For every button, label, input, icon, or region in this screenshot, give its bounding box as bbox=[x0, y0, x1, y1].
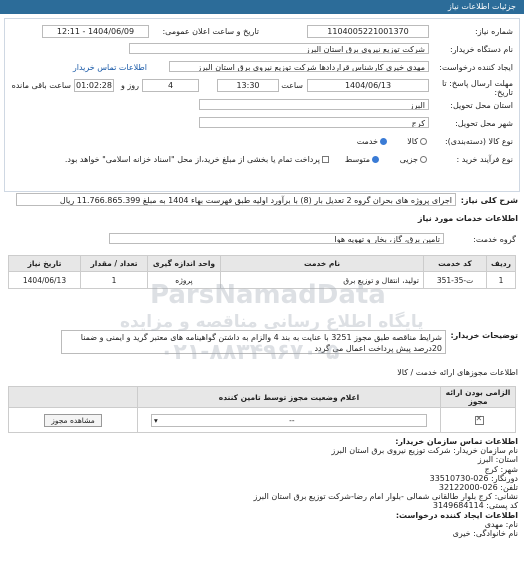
chevron-down-icon: ▾ bbox=[154, 415, 158, 425]
days-field[interactable]: 4 bbox=[142, 79, 199, 92]
cell-row: 1 bbox=[486, 271, 516, 289]
buyer-contact-title: اطلاعات تماس سازمان خریدار: bbox=[395, 437, 518, 446]
cell-qty: 1 bbox=[80, 271, 148, 289]
contact-line: تلفن: 026-32122000 bbox=[438, 483, 518, 493]
col-code: کد خدمت bbox=[423, 255, 487, 272]
cell-unit: پروژه bbox=[147, 271, 221, 289]
need-info-panel: شماره نیاز: 1104005221001370 تاریخ و ساع… bbox=[4, 18, 520, 192]
checkbox-icon bbox=[322, 156, 329, 163]
permits-table: الزامی بودن ارائه مجوز اعلام وضعیت مجوز … bbox=[8, 386, 516, 433]
col-required: الزامی بودن ارائه مجوز bbox=[440, 386, 516, 408]
contact-link[interactable]: اطلاعات تماس خریدار bbox=[73, 63, 147, 72]
announce-label: تاریخ و ساعت اعلان عمومی: bbox=[162, 27, 259, 36]
announce-field[interactable]: 1404/06/09 - 12:11 bbox=[42, 25, 149, 38]
notes-field[interactable]: شرایط مناقصه طبق مجوز 3251 با عنایت به ب… bbox=[61, 330, 446, 354]
contact-line: نام: مهدی bbox=[484, 519, 518, 529]
cell-required: ✕ bbox=[440, 407, 516, 433]
page-header: جزئیات اطلاعات نیاز bbox=[0, 0, 524, 14]
deadline-label: مهلت ارسال پاسخ: تا تاریخ: bbox=[441, 79, 513, 97]
buyer-label: نام دستگاه خریدار: bbox=[450, 45, 513, 54]
table-row[interactable]: 1 ت-35-351 تولید، انتقال و توزیع برق پرو… bbox=[8, 271, 516, 289]
service-group-field[interactable]: تامین برق، گاز، بخار و تهویه هوا bbox=[109, 233, 444, 244]
time-label: ساعت bbox=[281, 81, 303, 90]
contact-line: نام خانوادگی: خیری bbox=[452, 529, 518, 539]
cell-name: تولید، انتقال و توزیع برق bbox=[220, 271, 424, 289]
need-number-field[interactable]: 1104005221001370 bbox=[307, 25, 429, 38]
contact-line: نام سازمان خریدار: شرکت توزیع نیروی برق … bbox=[331, 446, 518, 456]
watermark-tagline: پایگاه اطلاع رسانی مناقصه و مزایده bbox=[120, 312, 424, 332]
col-row: ردیف bbox=[486, 255, 516, 272]
summary-field[interactable]: اجرای پروژه های بحران گروه 2 تعدیل بار (… bbox=[16, 193, 456, 206]
table-row[interactable]: ✕ -- ▾ مشاهده مجوز bbox=[8, 407, 516, 433]
cell-status: -- ▾ bbox=[137, 407, 441, 433]
checkbox-icon[interactable]: ✕ bbox=[474, 414, 484, 425]
col-name: نام خدمت bbox=[220, 255, 424, 272]
class-goods-option[interactable]: کالا bbox=[407, 137, 427, 146]
cell-date: 1404/06/13 bbox=[8, 271, 81, 289]
services-title: اطلاعات خدمات مورد نیاز bbox=[417, 214, 518, 223]
service-group-label: گروه خدمت: bbox=[473, 235, 516, 244]
col-date: تاریخ نیاز bbox=[8, 255, 81, 272]
summary-label: شرح کلی نیاز: bbox=[460, 196, 518, 205]
buyer-contact-section: اطلاعات تماس سازمان خریدار: نام سازمان خ… bbox=[10, 437, 518, 538]
buyer-field[interactable]: شرکت توزیع نیروی برق استان البرز bbox=[129, 43, 429, 54]
cell-code: ت-35-351 bbox=[423, 271, 487, 289]
radio-icon bbox=[420, 138, 427, 145]
contact-line: اطلاعات ایجاد کننده درخواست: bbox=[395, 510, 518, 520]
class-service-option[interactable]: خدمت bbox=[357, 137, 387, 146]
payment-checkbox[interactable]: پرداخت تمام یا بخشی از مبلغ خرید،از محل … bbox=[65, 155, 329, 164]
creator-label: ایجاد کننده درخواست: bbox=[439, 63, 513, 72]
province-label: استان محل تحویل: bbox=[450, 101, 513, 110]
services-table: ردیف کد خدمت نام خدمت واحد اندازه گیری ت… bbox=[8, 255, 516, 289]
deadline-date-field[interactable]: 1404/06/13 bbox=[307, 79, 429, 92]
contact-line: کد پستی: 3149684114 bbox=[432, 501, 518, 511]
view-permit-button[interactable]: مشاهده مجوز bbox=[44, 413, 102, 427]
remaining-label: ساعت باقی مانده bbox=[11, 81, 71, 90]
contact-line: نشانی: کرج بلوار طالقانی شمالی -بلوار ام… bbox=[253, 492, 518, 502]
radio-selected-icon bbox=[372, 156, 379, 163]
col-unit: واحد اندازه گیری bbox=[147, 255, 221, 272]
days-label: روز و bbox=[121, 81, 139, 90]
city-label: شهر محل تحویل: bbox=[455, 119, 513, 128]
col-action bbox=[8, 386, 138, 408]
radio-icon bbox=[420, 156, 427, 163]
contact-line: دورنگار: 026-33510730 bbox=[429, 473, 518, 483]
city-field[interactable]: کرج bbox=[199, 117, 429, 128]
notes-label: توضیحات خریدار: bbox=[450, 331, 518, 340]
cell-action: مشاهده مجوز bbox=[8, 407, 138, 433]
col-status: اعلام وضعیت مجوز توسط تامین کننده bbox=[137, 386, 441, 408]
permits-title: اطلاعات مجوزهای ارائه خدمت / کالا bbox=[397, 368, 518, 377]
province-field[interactable]: البرز bbox=[199, 99, 429, 110]
process-minor-option[interactable]: جزیی bbox=[400, 155, 427, 164]
col-qty: تعداد / مقدار bbox=[80, 255, 148, 272]
process-medium-option[interactable]: متوسط bbox=[345, 155, 379, 164]
process-label: نوع فرآیند خرید : bbox=[456, 155, 513, 164]
class-label: نوع کالا (دسته‌بندی): bbox=[444, 137, 513, 146]
contact-line: استان: البرز bbox=[477, 455, 518, 465]
creator-field[interactable]: مهدی خیری کارشناس قراردادها شرکت توزیع ن… bbox=[169, 61, 429, 72]
need-number-label: شماره نیاز: bbox=[475, 27, 513, 36]
page-title: جزئیات اطلاعات نیاز bbox=[447, 2, 516, 11]
deadline-time-field[interactable]: 13:30 bbox=[217, 79, 279, 92]
radio-selected-icon bbox=[380, 138, 387, 145]
contact-line: شهر: کرج bbox=[484, 464, 518, 474]
remaining-field[interactable]: 01:02:28 bbox=[74, 79, 114, 92]
status-select[interactable]: -- ▾ bbox=[151, 413, 427, 427]
